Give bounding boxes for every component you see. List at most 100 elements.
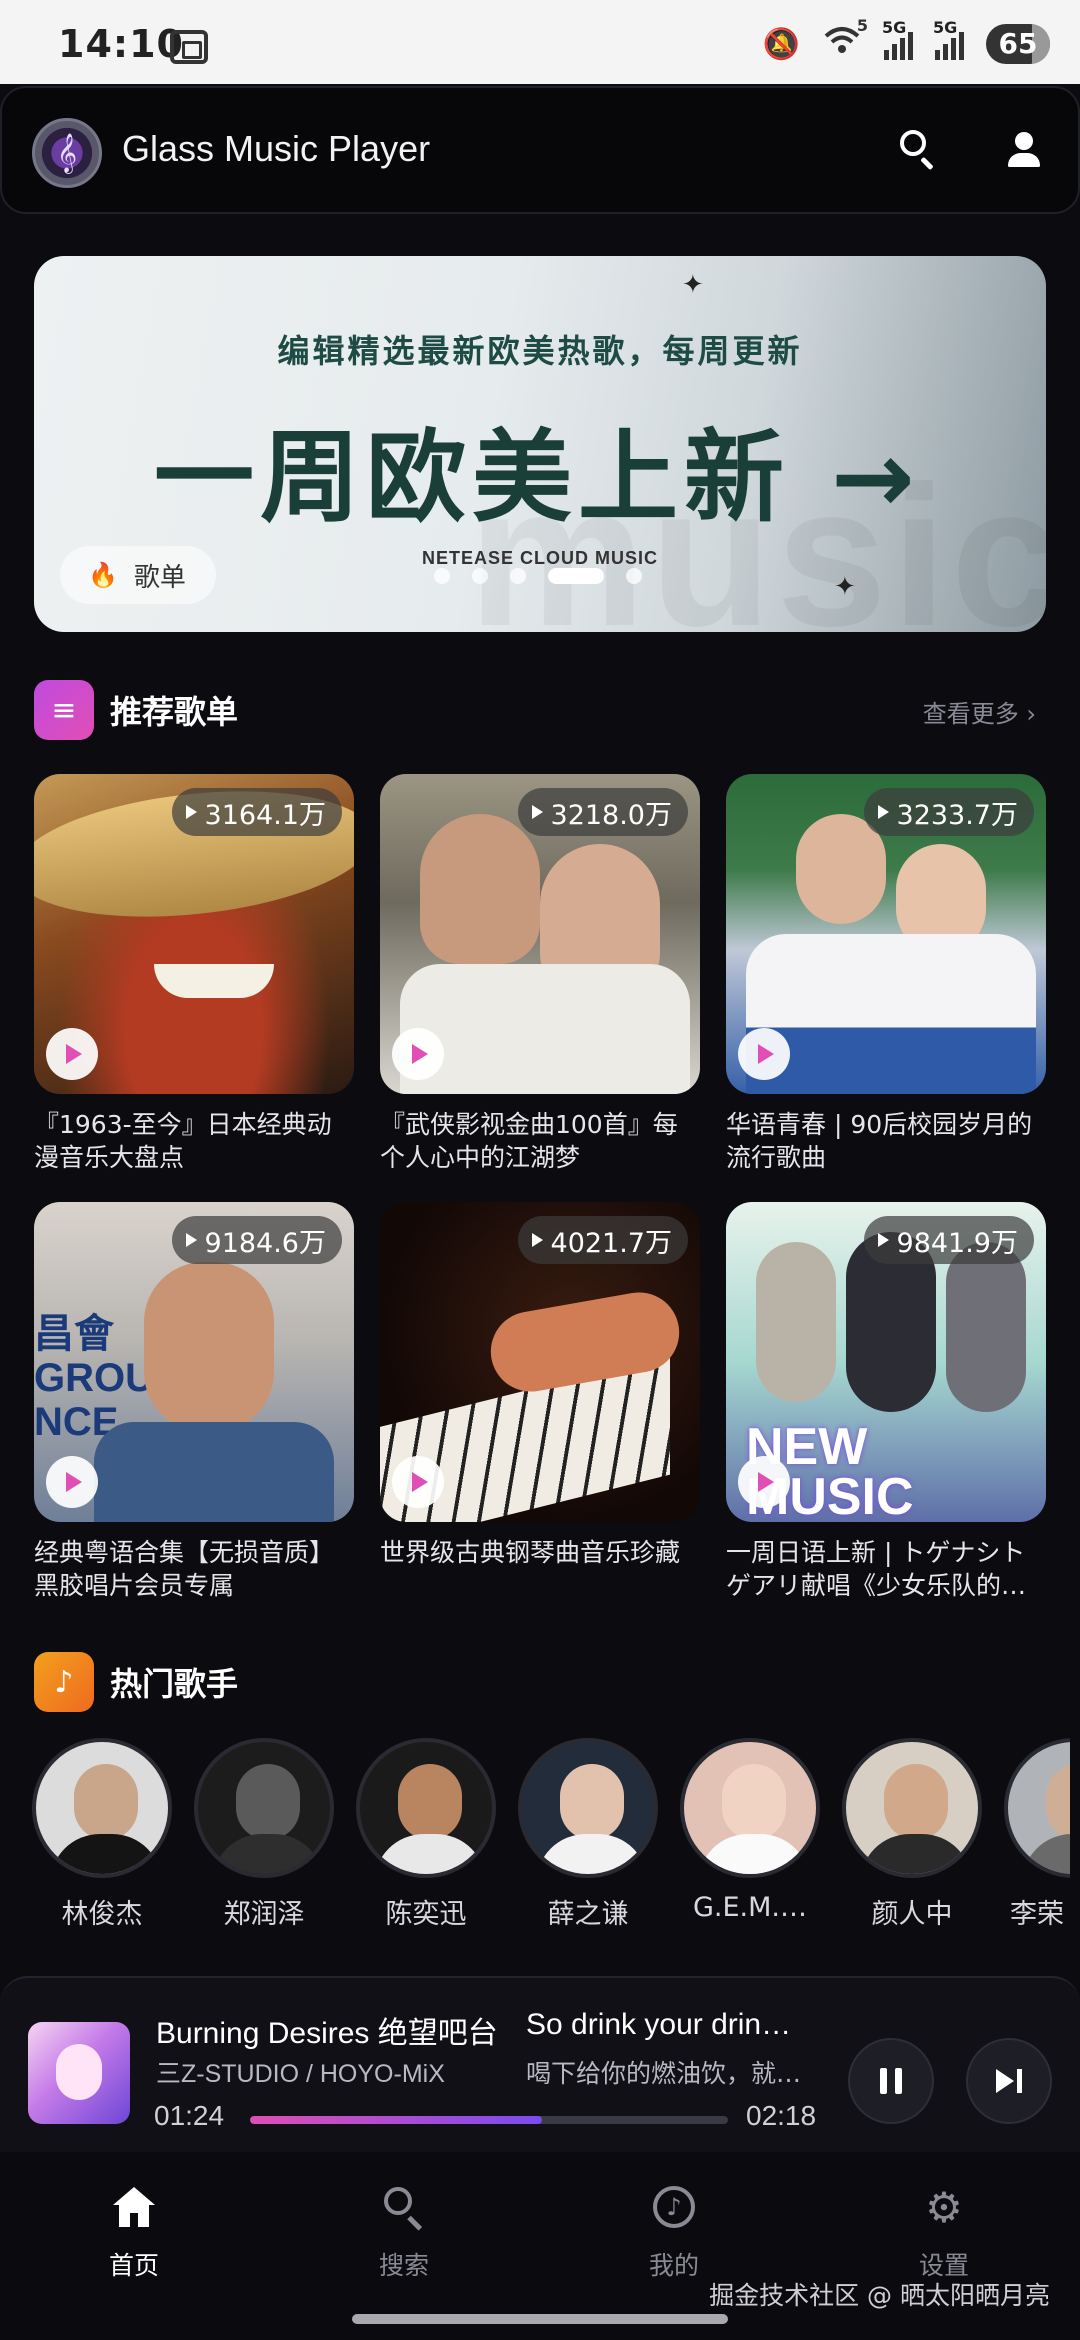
watermark: 掘金技术社区 @ 晒太阳晒月亮 — [709, 2281, 1050, 2310]
playlist-cover[interactable]: 4021.7万 — [380, 1202, 700, 1522]
play-count-badge: 9841.9万 — [863, 1216, 1034, 1264]
status-bar: 14:10 🔕 5 5G 5G 65 — [0, 0, 1080, 84]
play-icon — [66, 1472, 82, 1492]
singer-item[interactable]: 郑润泽 — [194, 1738, 334, 1931]
avatar[interactable] — [356, 1738, 496, 1878]
singer-name: 陈奕迅 — [385, 1899, 467, 1930]
banner-tag-label: 歌单 — [133, 562, 186, 593]
play-button[interactable] — [46, 1456, 98, 1508]
singer-name: 颜人中 — [871, 1899, 953, 1930]
play-count-badge: 3218.0万 — [517, 788, 688, 836]
avatar[interactable] — [842, 1738, 982, 1878]
play-count: 4021.7万 — [550, 1227, 672, 1259]
lyric-line: So drink your drin… — [526, 2008, 792, 2041]
playlist-card[interactable]: NEW MUSIC 9841.9万 一周日语上新 | トゲナシトゲアリ献唱《少女乐… — [726, 1202, 1046, 1602]
playlist-card[interactable]: 3218.0万 『武侠影视金曲100首』每个人心中的江湖梦 — [380, 774, 700, 1174]
wifi-badge: 5 — [856, 16, 868, 35]
singer-name: 林俊杰 — [61, 1899, 143, 1930]
play-button[interactable] — [392, 1456, 444, 1508]
pause-icon — [880, 2068, 902, 2094]
music-note-icon: ♪ — [653, 2186, 695, 2228]
play-icon — [66, 1044, 82, 1064]
avatar[interactable] — [518, 1738, 658, 1878]
playlist-title[interactable]: 『武侠影视金曲100首』每个人心中的江湖梦 — [380, 1108, 700, 1174]
network-label: 5G — [933, 18, 958, 37]
carousel-dot[interactable] — [626, 568, 642, 584]
play-button[interactable] — [46, 1028, 98, 1080]
carousel-dot[interactable] — [510, 568, 526, 584]
singer-item[interactable]: G.E.M.… — [680, 1738, 820, 1931]
wifi-icon: 5 — [822, 16, 868, 64]
singer-name: 薛之谦 — [547, 1899, 629, 1930]
carousel-dot[interactable] — [434, 568, 450, 584]
playlist-title[interactable]: 经典粤语合集【无损音质】黑胶唱片会员专属 — [34, 1536, 354, 1602]
playlist-title[interactable]: 世界级古典钢琴曲音乐珍藏 — [380, 1536, 700, 1602]
sparkle-icon: ✦ — [834, 572, 856, 602]
banner-tag[interactable]: 🔥 歌单 — [60, 546, 216, 604]
carousel-indicator — [434, 568, 642, 584]
play-icon — [758, 1044, 774, 1064]
play-count: 3164.1万 — [204, 799, 326, 831]
singer-list[interactable]: 林俊杰 郑润泽 陈奕迅 薛之谦 G.E.M.… 颜人中 李荣 — [32, 1738, 1070, 1931]
singer-item[interactable]: 陈奕迅 — [356, 1738, 496, 1931]
avatar[interactable] — [194, 1738, 334, 1878]
play-button[interactable] — [738, 1456, 790, 1508]
gear-icon: ⚙ — [925, 2182, 963, 2232]
playlist-card[interactable]: 3233.7万 华语青春 | 90后校园岁月的流行歌曲 — [726, 774, 1046, 1174]
screenshot-icon — [170, 30, 208, 64]
singer-item[interactable]: 颜人中 — [842, 1738, 982, 1931]
mini-player[interactable]: Burning Desires 绝望吧台 三Z-STUDIO / HOYO-Mi… — [0, 1976, 1080, 2152]
avatar[interactable] — [32, 1738, 172, 1878]
play-count-badge: 4021.7万 — [517, 1216, 688, 1264]
progress-bar[interactable] — [250, 2116, 728, 2124]
album-art[interactable] — [28, 2022, 130, 2124]
see-more-link[interactable]: 查看更多 › — [923, 694, 1036, 729]
avatar[interactable] — [680, 1738, 820, 1878]
nav-label: 首页 — [108, 2251, 159, 2280]
home-indicator[interactable] — [352, 2314, 728, 2324]
playlist-cover[interactable]: 3164.1万 — [34, 774, 354, 1094]
section-header-singers: ♪ 热门歌手 — [34, 1652, 238, 1712]
playlist-cover[interactable]: NEW MUSIC 9841.9万 — [726, 1202, 1046, 1522]
section-title: 热门歌手 — [110, 1665, 239, 1703]
app-logo: 𝄞 — [32, 118, 102, 188]
playlist-title[interactable]: 一周日语上新 | トゲナシトゲアリ献唱《少女乐队的… — [726, 1536, 1046, 1602]
nav-item-home[interactable]: 首页 — [54, 2178, 214, 2282]
next-button[interactable] — [966, 2038, 1052, 2124]
playlist-title[interactable]: 『1963-至今』日本经典动漫音乐大盘点 — [34, 1108, 354, 1174]
nav-item-mine[interactable]: ♪ 我的 — [594, 2178, 754, 2282]
signal-icon: 5G — [882, 18, 913, 60]
current-time: 01:24 — [154, 2100, 225, 2131]
nav-item-settings[interactable]: ⚙ 设置 — [864, 2178, 1024, 2282]
playlist-title[interactable]: 华语青春 | 90后校园岁月的流行歌曲 — [726, 1108, 1046, 1174]
play-count: 3218.0万 — [550, 799, 672, 831]
carousel-dot[interactable] — [472, 568, 488, 584]
banner-carousel[interactable]: music ✦ ✦ 编辑精选最新欧美热歌，每周更新 一周欧美上新 → NETEA… — [34, 256, 1046, 632]
pause-button[interactable] — [848, 2038, 934, 2124]
playlist-card[interactable]: 昌會 GROU NCE 9184.6万 经典粤语合集【无损音质】黑胶唱片会员专属 — [34, 1202, 354, 1602]
singer-item[interactable]: 薛之谦 — [518, 1738, 658, 1931]
signal-icon: 5G — [933, 18, 964, 60]
singer-item[interactable]: 李荣 — [1004, 1738, 1070, 1931]
singer-icon: ♪ — [34, 1652, 94, 1712]
app-header: 𝄞 Glass Music Player — [0, 86, 1080, 214]
play-small-icon — [185, 1233, 197, 1247]
progress-fill — [250, 2116, 542, 2124]
singer-item[interactable]: 林俊杰 — [32, 1738, 172, 1931]
profile-button[interactable] — [996, 124, 1052, 180]
play-count-badge: 3164.1万 — [171, 788, 342, 836]
play-button[interactable] — [738, 1028, 790, 1080]
playlist-cover[interactable]: 3233.7万 — [726, 774, 1046, 1094]
play-count-badge: 9184.6万 — [171, 1216, 342, 1264]
search-button[interactable] — [892, 124, 948, 180]
lyric-translation: 喝下给你的燃油饮，就… — [526, 2059, 802, 2088]
playlist-card[interactable]: 3164.1万 『1963-至今』日本经典动漫音乐大盘点 — [34, 774, 354, 1174]
skip-next-icon — [996, 2069, 1022, 2093]
playlist-card[interactable]: 4021.7万 世界级古典钢琴曲音乐珍藏 — [380, 1202, 700, 1602]
playlist-cover[interactable]: 昌會 GROU NCE 9184.6万 — [34, 1202, 354, 1522]
carousel-dot-active[interactable] — [548, 568, 604, 584]
playlist-cover[interactable]: 3218.0万 — [380, 774, 700, 1094]
nav-item-search[interactable]: 搜索 — [324, 2178, 484, 2282]
avatar[interactable] — [1004, 1738, 1070, 1878]
play-button[interactable] — [392, 1028, 444, 1080]
